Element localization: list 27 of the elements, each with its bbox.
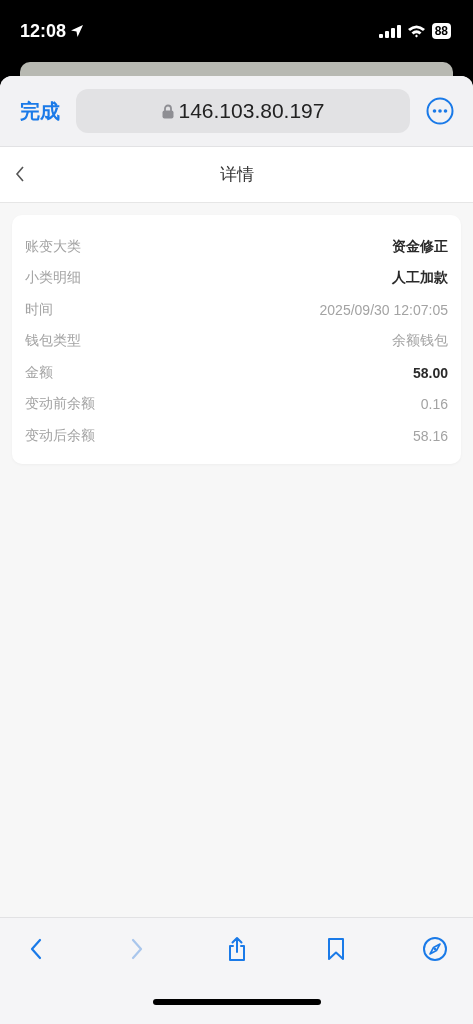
more-icon[interactable] xyxy=(426,97,454,125)
field-label: 钱包类型 xyxy=(25,332,81,351)
field-label: 账变大类 xyxy=(25,237,81,256)
back-icon[interactable] xyxy=(15,166,25,182)
field-label: 变动前余额 xyxy=(25,395,95,414)
field-label: 时间 xyxy=(25,300,53,319)
page-title: 详情 xyxy=(219,164,254,186)
field-label: 金额 xyxy=(25,363,53,382)
signal-icon xyxy=(378,24,401,38)
field-value: 58.00 xyxy=(412,364,448,381)
done-button[interactable]: 完成 xyxy=(20,97,60,125)
address-bar[interactable]: 146.103.80.197 xyxy=(76,89,410,133)
field-value: 2025/09/30 12:07:05 xyxy=(319,301,448,318)
field-value: 余额钱包 xyxy=(392,332,448,351)
url-text: 146.103.80.197 xyxy=(178,99,325,123)
battery-level: 88 xyxy=(431,23,451,39)
field-label: 小类明细 xyxy=(25,269,81,288)
compass-icon[interactable] xyxy=(422,936,448,962)
field-value: 0.16 xyxy=(420,396,448,413)
location-arrow-icon xyxy=(70,24,85,38)
status-time: 12:08 xyxy=(20,20,67,42)
wifi-icon xyxy=(406,24,426,38)
field-label: 变动后余额 xyxy=(25,426,95,445)
field-value: 人工加款 xyxy=(392,269,448,288)
field-value: 资金修正 xyxy=(392,237,448,256)
field-value: 58.16 xyxy=(412,427,448,444)
lock-icon xyxy=(161,103,174,119)
